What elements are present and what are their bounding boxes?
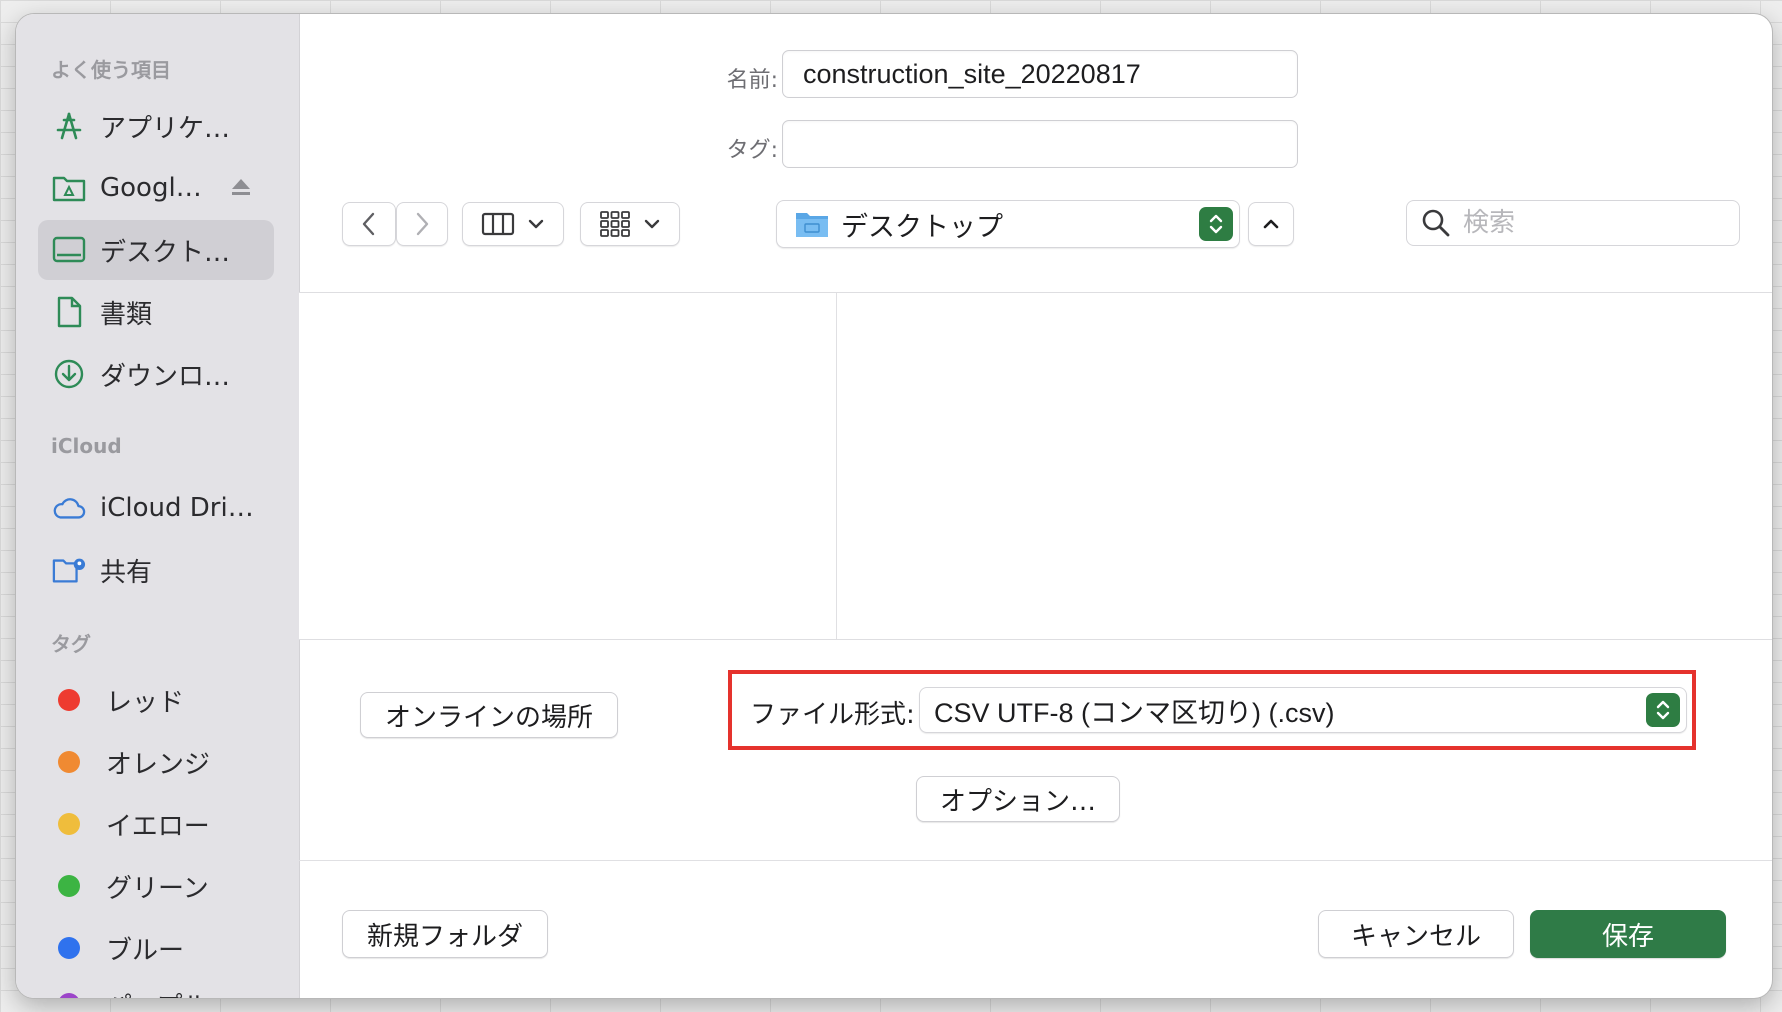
sidebar-item-label: デスクト… bbox=[100, 237, 231, 268]
new-folder-button[interactable]: 新規フォルダ bbox=[342, 910, 548, 958]
sidebar-tag-yellow[interactable]: イエロー bbox=[38, 794, 274, 854]
sidebar-item-google-drive[interactable]: Googl… bbox=[38, 158, 274, 218]
google-drive-folder-icon bbox=[52, 171, 86, 205]
file-format-value: CSV UTF-8 (コンマ区切り) (.csv) bbox=[934, 697, 1335, 728]
tag-color-dot bbox=[58, 875, 80, 897]
tag-color-dot bbox=[58, 813, 80, 835]
save-dialog: よく使う項目 アプリケ… Googl… デスクト… 書類 ダウンロ… iClou… bbox=[16, 14, 1772, 998]
name-label: 名前: bbox=[726, 68, 778, 93]
sidebar-item-label: iCloud Dri… bbox=[100, 493, 254, 523]
updown-stepper-icon bbox=[1199, 207, 1233, 241]
tag-color-dot bbox=[58, 689, 80, 711]
sidebar-item-label: オレンジ bbox=[106, 749, 211, 780]
tag-color-dot bbox=[58, 751, 80, 773]
file-format-label: ファイル形式: bbox=[750, 700, 915, 730]
chevron-up-icon bbox=[1263, 219, 1279, 229]
downloads-icon bbox=[52, 357, 86, 391]
sidebar-item-label: 共有 bbox=[100, 557, 153, 588]
sidebar-item-icloud-drive[interactable]: iCloud Dri… bbox=[38, 478, 274, 538]
sidebar-item-label: イエロー bbox=[106, 811, 210, 842]
group-view-button[interactable] bbox=[580, 202, 680, 246]
tags-field[interactable] bbox=[782, 120, 1298, 168]
cancel-button[interactable]: キャンセル bbox=[1318, 910, 1514, 958]
favorites-heading: よく使う項目 bbox=[51, 58, 171, 82]
sidebar-item-applications[interactable]: アプリケ… bbox=[38, 96, 274, 156]
collapse-button[interactable] bbox=[1248, 202, 1294, 246]
sidebar-item-label: グリーン bbox=[106, 873, 209, 904]
sidebar-item-label: ダウンロ… bbox=[100, 361, 231, 392]
sidebar: よく使う項目 アプリケ… Googl… デスクト… 書類 ダウンロ… iClou… bbox=[16, 14, 300, 998]
column-divider[interactable] bbox=[836, 293, 837, 639]
chevron-down-icon bbox=[528, 219, 544, 229]
shared-folder-icon bbox=[52, 553, 86, 587]
folder-icon bbox=[796, 213, 828, 237]
chevron-right-icon bbox=[416, 212, 429, 236]
tag-color-dot bbox=[58, 937, 80, 959]
sidebar-tag-purple[interactable]: パープル bbox=[38, 974, 274, 998]
sidebar-item-desktop[interactable]: デスクト… bbox=[38, 220, 274, 280]
sidebar-item-documents[interactable]: 書類 bbox=[38, 282, 274, 342]
icloud-heading: iCloud bbox=[51, 434, 122, 458]
file-format-select[interactable]: CSV UTF-8 (コンマ区切り) (.csv) bbox=[919, 687, 1687, 733]
back-button[interactable] bbox=[342, 202, 396, 246]
eject-icon[interactable] bbox=[230, 176, 252, 202]
tag-color-dot bbox=[58, 993, 80, 998]
view-columns-button[interactable] bbox=[462, 202, 564, 246]
sidebar-item-downloads[interactable]: ダウンロ… bbox=[38, 344, 274, 404]
sidebar-item-label: レッド bbox=[106, 687, 185, 718]
desktop-icon bbox=[52, 233, 86, 267]
location-popup[interactable]: デスクトップ bbox=[776, 200, 1240, 248]
file-browser[interactable] bbox=[299, 292, 1772, 640]
forward-button[interactable] bbox=[396, 202, 448, 246]
tags-heading: タグ bbox=[51, 632, 91, 656]
online-locations-button[interactable]: オンラインの場所 bbox=[360, 692, 618, 738]
filename-field[interactable]: construction_site_20220817 bbox=[782, 50, 1298, 98]
search-input[interactable] bbox=[1461, 207, 1705, 239]
cloud-icon bbox=[52, 491, 86, 525]
columns-view-icon bbox=[481, 212, 515, 236]
grid-view-icon bbox=[600, 211, 630, 237]
sidebar-item-shared[interactable]: 共有 bbox=[38, 540, 274, 600]
document-icon bbox=[52, 295, 86, 329]
sidebar-tag-orange[interactable]: オレンジ bbox=[38, 732, 274, 792]
sidebar-item-label: ブルー bbox=[106, 935, 185, 966]
sidebar-item-label: パープル bbox=[106, 986, 208, 999]
sidebar-tag-blue[interactable]: ブルー bbox=[38, 918, 274, 978]
location-label: デスクトップ bbox=[841, 211, 1003, 243]
sidebar-item-label: 書類 bbox=[100, 299, 153, 330]
chevron-down-icon bbox=[644, 219, 660, 229]
chevron-left-icon bbox=[362, 212, 375, 236]
search-box[interactable] bbox=[1406, 200, 1740, 246]
sidebar-item-label: Googl… bbox=[100, 173, 202, 203]
divider bbox=[299, 860, 1772, 861]
tags-label: タグ: bbox=[726, 138, 778, 163]
sidebar-tag-red[interactable]: レッド bbox=[38, 670, 274, 730]
applications-icon bbox=[52, 109, 86, 143]
sidebar-item-label: アプリケ… bbox=[100, 113, 231, 144]
search-icon bbox=[1422, 209, 1450, 237]
updown-stepper-icon bbox=[1646, 693, 1680, 727]
sidebar-tag-green[interactable]: グリーン bbox=[38, 856, 274, 916]
options-button[interactable]: オプション… bbox=[916, 776, 1120, 822]
save-button[interactable]: 保存 bbox=[1530, 910, 1726, 958]
